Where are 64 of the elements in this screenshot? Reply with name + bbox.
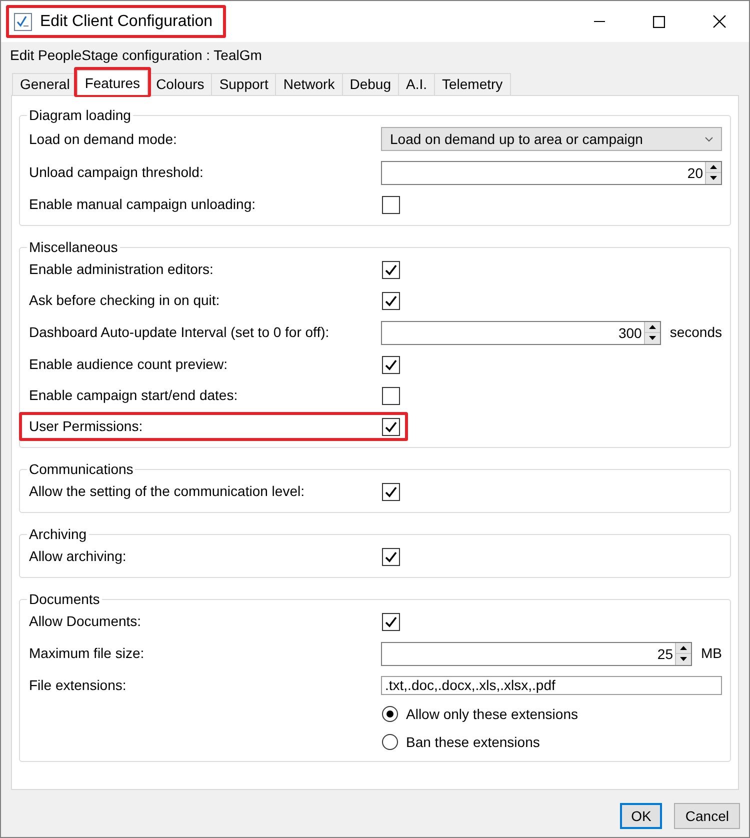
- tick-box-icon: [14, 12, 32, 30]
- field-label: Enable campaign start/end dates:: [29, 387, 239, 404]
- window-title: Edit Client Configuration: [40, 13, 213, 30]
- close-icon: [712, 15, 726, 28]
- field-label: User Permissions:: [29, 418, 144, 435]
- group-title: Miscellaneous: [28, 239, 119, 256]
- number-field[interactable]: 300: [381, 320, 661, 344]
- field-label: Dashboard Auto-update Interval (set to 0 for off):: [29, 324, 330, 341]
- spin-down-button[interactable]: [644, 333, 660, 344]
- radio-button[interactable]: [382, 734, 398, 750]
- field-label: Enable audience count preview:: [29, 356, 228, 373]
- checkbox[interactable]: [382, 482, 400, 500]
- field-label: Enable administration editors:: [29, 261, 214, 278]
- field-label: Allow archiving:: [29, 548, 128, 565]
- caret-up-icon: [680, 646, 687, 650]
- caret-up-icon: [710, 164, 717, 169]
- text-field[interactable]: .txt,.doc,.docx,.xls,.xlsx,.pdf: [381, 676, 722, 694]
- field-label: File extensions:: [29, 676, 128, 694]
- subtitle: Edit PeopleStage configuration : TealGm: [10, 46, 262, 64]
- spin-up-button[interactable]: [706, 162, 721, 173]
- tab[interactable]: Telemetry: [434, 73, 511, 95]
- radio-label: Ban these extensions: [406, 734, 540, 750]
- maximize-icon: [653, 16, 665, 28]
- caret-down-icon: [680, 657, 687, 662]
- number-field[interactable]: 25: [381, 642, 692, 666]
- checkbox[interactable]: [382, 612, 400, 630]
- group-title: Communications: [28, 461, 134, 478]
- field-label: Allow Documents:: [29, 613, 142, 630]
- checkbox[interactable]: [382, 386, 400, 404]
- spin-up-button[interactable]: [676, 642, 691, 654]
- field-label: Unload campaign threshold:: [29, 164, 204, 181]
- group-title: Documents: [28, 591, 101, 608]
- field-label: Ask before checking in on quit:: [29, 292, 221, 309]
- unit-label: MB: [701, 644, 722, 662]
- group-title: Archiving: [28, 526, 88, 543]
- checkbox[interactable]: [382, 260, 400, 278]
- checkbox[interactable]: [382, 356, 400, 374]
- spin-up-button[interactable]: [644, 322, 660, 333]
- tab[interactable]: Support: [211, 73, 276, 95]
- dialog-button[interactable]: Cancel: [674, 803, 740, 829]
- group-title: Diagram loading: [28, 107, 132, 124]
- caret-down-icon: [710, 176, 717, 180]
- chevron-down-icon: [705, 136, 713, 142]
- caret-up-icon: [648, 324, 656, 329]
- field-label: Allow the setting of the communication level:: [29, 483, 306, 500]
- field-label: Maximum file size:: [29, 645, 146, 662]
- checkbox[interactable]: [382, 418, 400, 436]
- caret-down-icon: [648, 336, 656, 340]
- spin-down-button[interactable]: [676, 654, 691, 664]
- tab[interactable]: Features: [76, 70, 148, 95]
- spin-down-button[interactable]: [706, 173, 721, 184]
- dialog-button[interactable]: OK: [620, 803, 662, 829]
- checkbox[interactable]: [382, 292, 400, 310]
- tab[interactable]: Debug: [342, 73, 399, 95]
- field-label: Load on demand mode:: [29, 130, 178, 148]
- unit-label: seconds: [670, 324, 722, 340]
- field-label: Enable manual campaign unloading:: [29, 196, 256, 213]
- radio-label: Allow only these extensions: [406, 706, 578, 722]
- checkbox[interactable]: [382, 196, 400, 214]
- radio-button[interactable]: [382, 706, 398, 722]
- number-field[interactable]: 20: [381, 160, 722, 184]
- dropdown[interactable]: Load on demand up to area or campaign: [381, 127, 722, 151]
- minimize-icon: [594, 21, 604, 22]
- checkbox[interactable]: [382, 548, 400, 566]
